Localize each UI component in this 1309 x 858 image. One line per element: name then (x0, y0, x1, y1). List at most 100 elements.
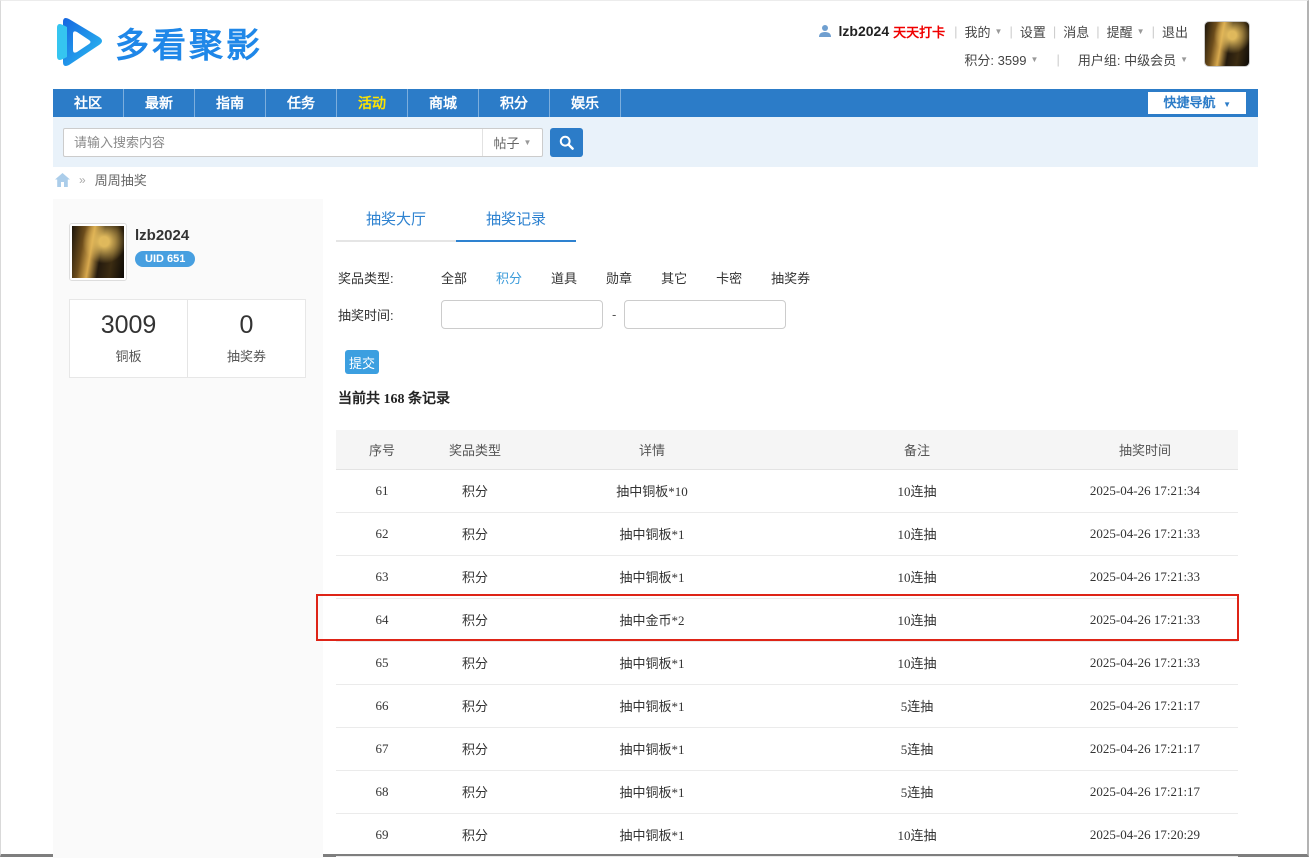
table-cell: 积分 (428, 813, 522, 856)
search-button[interactable] (550, 128, 583, 157)
user-menu-item-2[interactable]: 设置 (1020, 22, 1046, 41)
nav-item-1[interactable]: 社区 (53, 89, 124, 117)
filter-option-7[interactable]: 抽奖券 (771, 268, 810, 287)
table-cell: 65 (336, 641, 428, 684)
table-cell: 抽中铜板*1 (522, 555, 782, 598)
stats-box: 3009铜板0抽奖券 (69, 299, 306, 378)
table-cell: 5连抽 (782, 770, 1052, 813)
time-to-input[interactable] (624, 300, 786, 329)
table-cell: 5连抽 (782, 727, 1052, 770)
table-cell: 积分 (428, 727, 522, 770)
home-icon[interactable] (55, 173, 70, 187)
filter-option-4[interactable]: 勋章 (606, 268, 632, 287)
page: { "header": { "logo_text": "多看聚影", "user… (0, 0, 1309, 857)
breadcrumb-current[interactable]: 周周抽奖 (95, 170, 147, 189)
table-header-cell: 备注 (782, 430, 1052, 469)
table-cell: 抽中铜板*1 (522, 512, 782, 555)
table-cell: 积分 (428, 469, 522, 512)
table-cell: 64 (336, 598, 428, 641)
user-menu-item-4[interactable]: 提醒 (1107, 22, 1133, 41)
filter-option-3[interactable]: 道具 (551, 268, 577, 287)
table-header-row: 序号奖品类型详情备注抽奖时间 (336, 430, 1238, 469)
chevron-down-icon: ▼ (1137, 27, 1145, 36)
chevron-down-icon: ▼ (1180, 55, 1188, 64)
table-cell: 抽中铜板*10 (522, 469, 782, 512)
table-cell: 5连抽 (782, 684, 1052, 727)
filter-option-2[interactable]: 积分 (496, 268, 522, 287)
stat-label: 抽奖券 (188, 346, 305, 365)
daily-checkin-link[interactable]: 天天打卡 (893, 22, 945, 41)
tab-bar: 抽奖大厅 抽奖记录 (336, 208, 576, 242)
table-cell: 积分 (428, 512, 522, 555)
user-menu-item-5[interactable]: 退出 (1162, 22, 1188, 41)
filter-option-1[interactable]: 全部 (441, 268, 467, 287)
sidebar-avatar[interactable] (69, 223, 127, 281)
table-cell: 10连抽 (782, 641, 1052, 684)
nav-item-7[interactable]: 积分 (479, 89, 550, 117)
table-cell: 2025-04-26 17:21:33 (1052, 555, 1238, 598)
nav-item-3[interactable]: 指南 (195, 89, 266, 117)
logo-play-icon (53, 14, 105, 70)
table-cell: 2025-04-26 17:21:17 (1052, 770, 1238, 813)
table-cell: 积分 (428, 598, 522, 641)
breadcrumb: » 周周抽奖 (55, 170, 147, 189)
user-menu-item-1[interactable]: 我的 (965, 22, 991, 41)
points-dropdown[interactable]: 积分: 3599 (964, 50, 1026, 69)
table-cell: 积分 (428, 555, 522, 598)
table-cell: 积分 (428, 641, 522, 684)
chevron-down-icon: ▼ (995, 27, 1003, 36)
table-row: 61积分抽中铜板*1010连抽2025-04-26 17:21:34 (336, 469, 1238, 512)
table-cell: 2025-04-26 17:20:29 (1052, 813, 1238, 856)
sidebar-username: lzb2024 (135, 227, 189, 244)
time-filter-row: 抽奖时间: - (338, 300, 786, 329)
table-cell: 63 (336, 555, 428, 598)
menu-separator: | (1096, 24, 1099, 39)
nav-item-2[interactable]: 最新 (124, 89, 195, 117)
table-cell: 10连抽 (782, 555, 1052, 598)
table-cell: 62 (336, 512, 428, 555)
table-header-cell: 序号 (336, 430, 428, 469)
username[interactable]: lzb2024 (839, 23, 890, 39)
table-header-cell: 详情 (522, 430, 782, 469)
site-logo[interactable]: 多看聚影 (53, 14, 263, 70)
quick-nav-button[interactable]: 快捷导航 ▼ (1148, 92, 1246, 114)
user-line-2: 积分: 3599 ▼ | 用户组: 中级会员 ▼ (818, 49, 1188, 69)
nav-item-5[interactable]: 活动 (337, 89, 408, 117)
time-from-input[interactable] (441, 300, 603, 329)
nav-item-4[interactable]: 任务 (266, 89, 337, 117)
filter-option-5[interactable]: 其它 (661, 268, 687, 287)
table-row: 62积分抽中铜板*110连抽2025-04-26 17:21:33 (336, 512, 1238, 555)
chevron-down-icon: ▼ (1223, 100, 1231, 109)
nav-item-6[interactable]: 商城 (408, 89, 479, 117)
tab-lottery-records[interactable]: 抽奖记录 (456, 208, 576, 242)
main-content: 抽奖大厅 抽奖记录 奖品类型: 全部积分道具勋章其它卡密抽奖券 抽奖时间: - … (336, 199, 1258, 858)
tab-lottery-hall[interactable]: 抽奖大厅 (336, 208, 456, 242)
table-row: 65积分抽中铜板*110连抽2025-04-26 17:21:33 (336, 641, 1238, 684)
table-cell: 2025-04-26 17:21:17 (1052, 727, 1238, 770)
search-input[interactable] (64, 135, 482, 150)
time-filter-label: 抽奖时间: (338, 305, 433, 324)
table-cell: 抽中铜板*1 (522, 813, 782, 856)
user-icon (818, 24, 832, 38)
submit-button[interactable]: 提交 (345, 350, 379, 374)
main-navbar: 社区最新指南任务活动商城积分娱乐 快捷导航 ▼ (53, 89, 1258, 117)
stat-value: 3009 (70, 311, 187, 340)
breadcrumb-separator: » (79, 173, 86, 187)
nav-item-8[interactable]: 娱乐 (550, 89, 621, 117)
filter-option-6[interactable]: 卡密 (716, 268, 742, 287)
table-cell: 抽中铜板*1 (522, 727, 782, 770)
table-row: 69积分抽中铜板*110连抽2025-04-26 17:20:29 (336, 813, 1238, 856)
range-separator: - (612, 307, 616, 322)
user-menu-item-3[interactable]: 消息 (1063, 22, 1089, 41)
user-avatar[interactable] (1204, 21, 1250, 67)
prize-type-options: 全部 积分 道具 勋章 其它 卡密 抽奖券 (441, 268, 839, 287)
stat-value: 0 (188, 311, 305, 340)
records-table: 序号奖品类型详情备注抽奖时间 61积分抽中铜板*1010连抽2025-04-26… (336, 430, 1238, 857)
table-row: 68积分抽中铜板*15连抽2025-04-26 17:21:17 (336, 770, 1238, 813)
table-cell: 2025-04-26 17:21:33 (1052, 641, 1238, 684)
table-row: 67积分抽中铜板*15连抽2025-04-26 17:21:17 (336, 727, 1238, 770)
search-type-dropdown[interactable]: 帖子 ▼ (482, 129, 542, 156)
table-row: 63积分抽中铜板*110连抽2025-04-26 17:21:33 (336, 555, 1238, 598)
table-cell: 抽中铜板*1 (522, 684, 782, 727)
usergroup-dropdown[interactable]: 用户组: 中级会员 (1078, 50, 1176, 69)
